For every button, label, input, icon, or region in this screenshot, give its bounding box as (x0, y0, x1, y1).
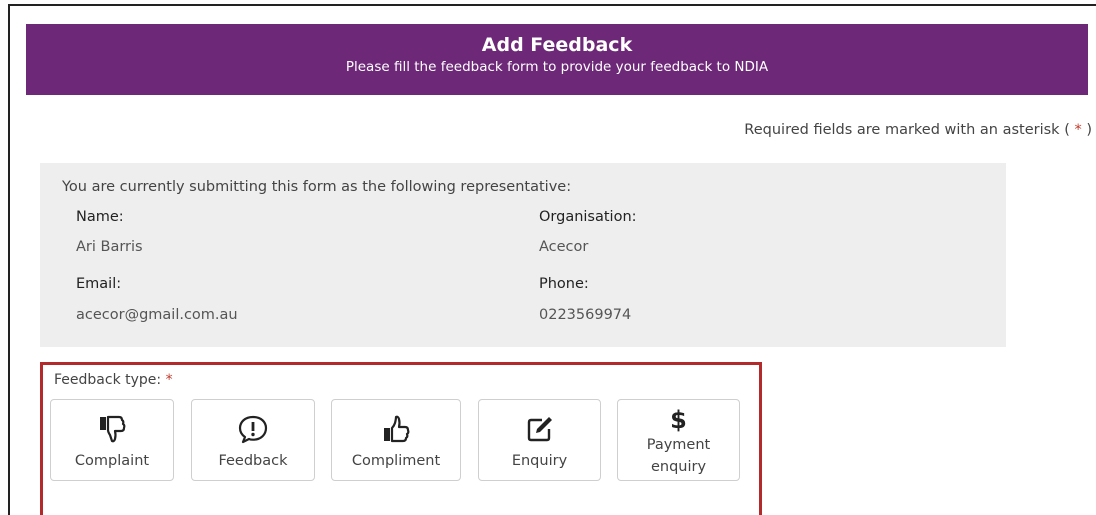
payment-enquiry-button[interactable]: $ Payment enquiry (617, 399, 740, 481)
required-note-text: Required fields are marked with an aster… (744, 122, 1070, 138)
name-label: Name: (76, 209, 124, 225)
enquiry-label: Enquiry (511, 453, 568, 469)
email-value: acecor@gmail.com.au (76, 307, 238, 323)
feedback-type-label: Feedback type: * (54, 372, 173, 388)
feedback-type-asterisk: * (165, 372, 173, 388)
feedback-button[interactable]: Feedback (191, 399, 315, 481)
organisation-value: Acecor (539, 239, 589, 255)
page-title: Add Feedback (481, 34, 633, 56)
dollar-icon: $ (670, 406, 687, 434)
complaint-label: Complaint (74, 453, 150, 469)
complaint-button[interactable]: Complaint (50, 399, 174, 481)
compliment-button[interactable]: Compliment (331, 399, 461, 481)
required-note-close: ) (1086, 122, 1092, 138)
email-label: Email: (76, 276, 122, 292)
phone-label: Phone: (539, 276, 589, 292)
organisation-label: Organisation: (539, 209, 637, 225)
representative-panel: You are currently submitting this form a… (40, 163, 1006, 347)
payment-enquiry-label-line2: enquiry (650, 459, 707, 475)
feedback-type-label-text: Feedback type: (54, 372, 162, 388)
page-subtitle: Please fill the feedback form to provide… (345, 59, 769, 75)
compliment-label: Compliment (351, 453, 441, 469)
phone-value: 0223569974 (539, 307, 632, 323)
name-value: Ari Barris (76, 239, 143, 255)
feedback-label: Feedback (218, 453, 288, 469)
representative-intro: You are currently submitting this form a… (62, 179, 572, 195)
payment-enquiry-label-line1: Payment (646, 437, 711, 453)
edit-pencil-icon (479, 414, 600, 444)
page-header: Add Feedback Please fill the feedback fo… (26, 24, 1088, 95)
required-asterisk: * (1074, 122, 1082, 138)
speech-bubble-exclamation-icon (192, 414, 314, 444)
feedback-type-group: Feedback type: * Complaint Feedback Comp… (40, 362, 762, 515)
enquiry-button[interactable]: Enquiry (478, 399, 601, 481)
thumbs-down-icon (51, 414, 173, 444)
thumbs-up-icon (332, 414, 460, 444)
required-fields-note: Required fields are marked with an aster… (744, 122, 1092, 138)
